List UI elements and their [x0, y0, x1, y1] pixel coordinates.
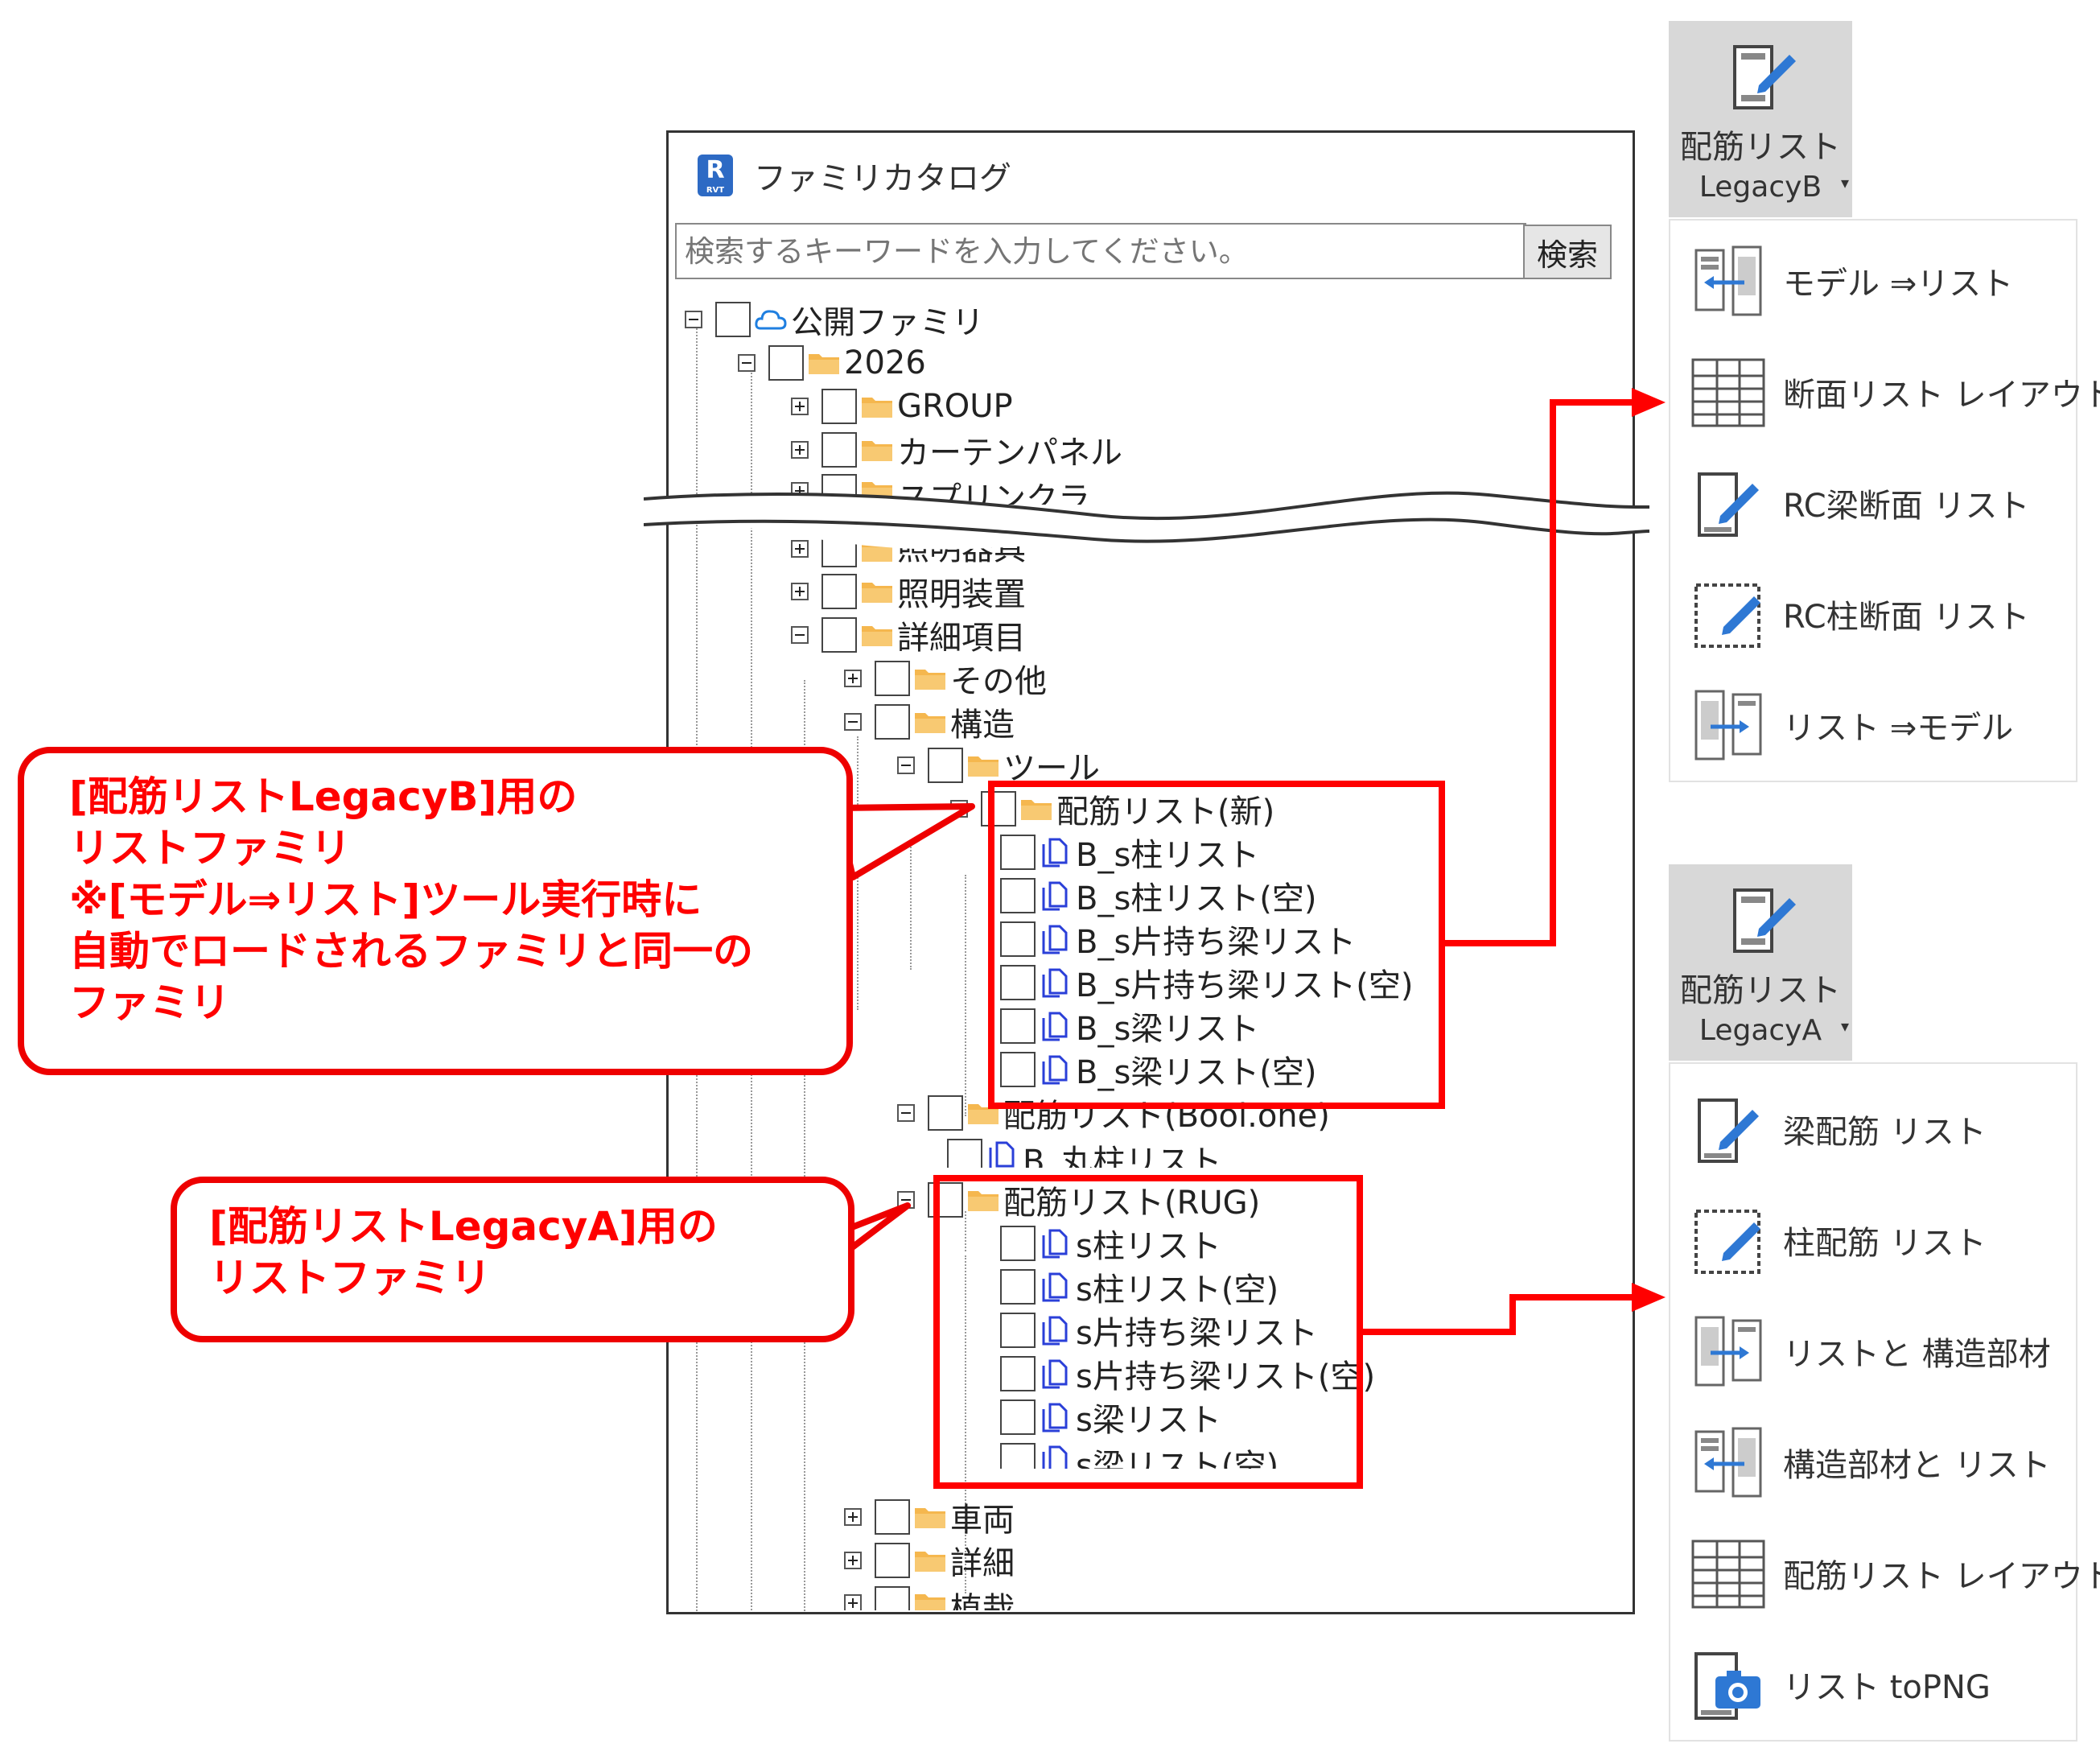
- layout-grid-icon: [1691, 358, 1765, 427]
- beam-list-icon: [1698, 472, 1759, 537]
- ribbon-button-legacy-b[interactable]: 配筋リスト LegacyB ▾: [1669, 21, 1852, 217]
- layout-grid-icon: [1691, 1540, 1765, 1609]
- menu-item-label: モデル ⇒リスト: [1783, 266, 2014, 303]
- menu-item-rc-beam-list[interactable]: RC梁断面 リスト: [1688, 459, 2029, 547]
- menu-item-label: 柱配筋 リスト: [1783, 1225, 1987, 1262]
- menu-item-label: 構造部材と リスト: [1783, 1447, 2051, 1484]
- rebar-list-icon: [1733, 888, 1796, 953]
- callout-line: ファミリ: [69, 979, 230, 1026]
- menu-legacy-a: 梁配筋 リスト 柱配筋 リスト リストと 構造部材 構造部材と リスト 配筋リス…: [1669, 1062, 2100, 1742]
- callout-legacy-a: [配筋リストLegacyA]用の リストファミリ: [171, 1177, 854, 1342]
- list-to-model-icon: [1694, 1316, 1762, 1387]
- ribbon-label-line1: 配筋リスト: [1680, 129, 1841, 166]
- menu-item-label: リストと 構造部材: [1783, 1336, 2051, 1373]
- ribbon-label-line2: LegacyB: [1699, 171, 1822, 204]
- menu-item-list-to-model[interactable]: リスト ⇒モデル: [1688, 681, 2013, 769]
- menu-item-label: リスト toPNG: [1783, 1669, 1991, 1706]
- ribbon-button-legacy-a[interactable]: 配筋リスト LegacyA ▾: [1669, 864, 1852, 1061]
- camera-icon: [1694, 1652, 1760, 1720]
- rebar-list-icon: [1733, 45, 1796, 109]
- ribbon-label-line1: 配筋リスト: [1680, 972, 1841, 1009]
- model-to-list-icon: [1694, 245, 1762, 316]
- menu-item-list-and-member[interactable]: リストと 構造部材: [1688, 1307, 2051, 1395]
- column-list-icon: [1694, 1210, 1760, 1274]
- callout-line: リストファミリ: [209, 1255, 491, 1301]
- menu-item-label: RC柱断面 リスト: [1783, 599, 2030, 636]
- beam-list-icon: [1698, 1099, 1759, 1163]
- callout-line: [配筋リストLegacyA]用の: [209, 1203, 718, 1250]
- callout-line: [配筋リストLegacyB]用の: [69, 773, 578, 820]
- model-to-list-icon: [1694, 1427, 1762, 1498]
- menu-item-beam-rebar-list[interactable]: 梁配筋 リスト: [1688, 1085, 1987, 1173]
- dropdown-arrow-icon[interactable]: ▾: [1841, 161, 1849, 204]
- menu-item-label: 梁配筋 リスト: [1783, 1114, 1987, 1151]
- callout-line: ※[モデル⇒リスト]ツール実行時に: [69, 876, 702, 923]
- column-list-icon: [1694, 583, 1760, 648]
- menu-item-label: RC梁断面 リスト: [1783, 488, 2030, 525]
- callout-legacy-b: [配筋リストLegacyB]用の リストファミリ ※[モデル⇒リスト]ツール実行…: [18, 747, 853, 1075]
- dropdown-arrow-icon[interactable]: ▾: [1841, 1004, 1849, 1048]
- list-to-model-icon: [1694, 690, 1762, 761]
- menu-item-column-rebar-list[interactable]: 柱配筋 リスト: [1688, 1196, 1987, 1284]
- menu-item-model-to-list[interactable]: モデル ⇒リスト: [1688, 237, 2013, 325]
- callout-line: 自動でロードされるファミリと同一の: [69, 928, 753, 975]
- menu-item-list-to-png[interactable]: リスト toPNG: [1688, 1640, 1991, 1729]
- ribbon-label-line2: LegacyA: [1699, 1014, 1822, 1047]
- menu-item-label: 断面リスト レイアウト: [1783, 377, 2100, 414]
- menu-item-label: 配筋リスト レイアウト: [1783, 1558, 2100, 1595]
- menu-item-rc-column-list[interactable]: RC柱断面 リスト: [1688, 570, 2029, 658]
- menu-legacy-b: モデル ⇒リスト 断面リスト レイアウト RC梁断面 リスト RC柱断面 リスト…: [1669, 219, 2100, 782]
- menu-item-section-list-layout[interactable]: 断面リスト レイアウト: [1688, 348, 2100, 436]
- menu-item-label: リスト ⇒モデル: [1783, 710, 2014, 747]
- menu-item-rebar-list-layout[interactable]: 配筋リスト レイアウト: [1688, 1529, 2100, 1618]
- menu-item-member-and-list[interactable]: 構造部材と リスト: [1688, 1418, 2051, 1507]
- callout-line: リストファミリ: [69, 825, 351, 872]
